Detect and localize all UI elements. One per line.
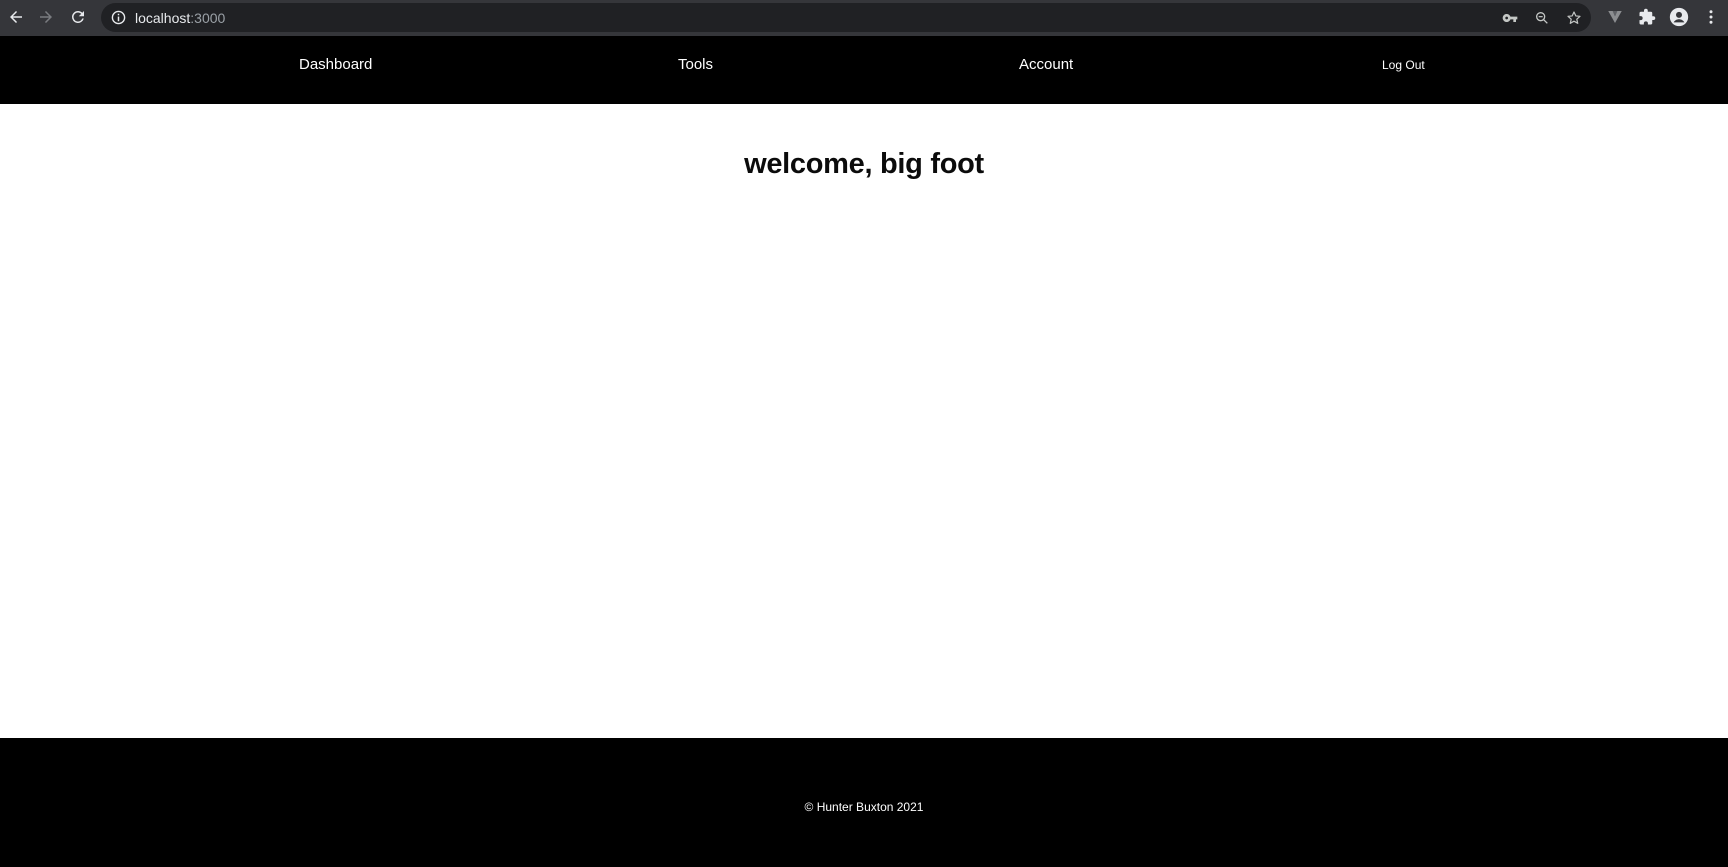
kebab-menu-icon[interactable] [1700,6,1722,28]
v-extension-icon[interactable] [1604,6,1626,28]
nav-link-dashboard[interactable]: Dashboard [299,36,372,92]
puzzle-icon[interactable] [1636,6,1658,28]
logout-link[interactable]: Log Out [1382,36,1425,94]
footer: © Hunter Buxton 2021 [0,738,1728,867]
info-icon[interactable] [111,10,126,25]
profile-icon[interactable] [1668,6,1690,28]
nav-link-tools[interactable]: Tools [678,36,713,92]
nav-link-account[interactable]: Account [1019,36,1073,92]
address-bar[interactable]: localhost:3000 [101,3,1591,32]
welcome-heading: welcome, big foot [744,148,984,180]
copyright-text: © Hunter Buxton 2021 [804,800,924,814]
url-host: localhost [135,10,191,26]
browser-toolbar: localhost:3000 [0,0,1728,36]
star-icon[interactable] [1565,9,1583,27]
url-text[interactable]: localhost:3000 [135,10,225,26]
main-content: welcome, big foot [0,104,1728,738]
site-nav: Dashboard Tools Account Log Out [0,36,1728,104]
back-arrow-icon[interactable] [4,5,28,29]
zoom-icon[interactable] [1533,9,1551,27]
key-icon[interactable] [1501,9,1519,27]
forward-arrow-icon[interactable] [34,5,58,29]
reload-icon[interactable] [66,5,90,29]
url-port: :3000 [190,10,226,26]
